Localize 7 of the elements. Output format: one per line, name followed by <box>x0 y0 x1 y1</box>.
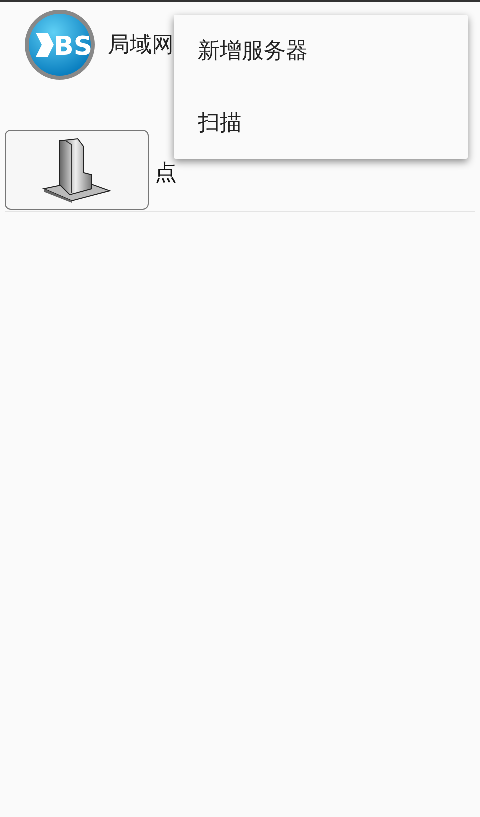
server-label: 点 <box>155 160 177 188</box>
menu-item[interactable]: 新增服务器 <box>174 15 468 87</box>
logo-icon: BS <box>24 9 96 81</box>
menu-item[interactable]: 扫描 <box>174 87 468 159</box>
server-icon <box>42 137 112 203</box>
app-title: 局域网 <box>108 32 174 60</box>
server-button[interactable] <box>5 130 149 210</box>
